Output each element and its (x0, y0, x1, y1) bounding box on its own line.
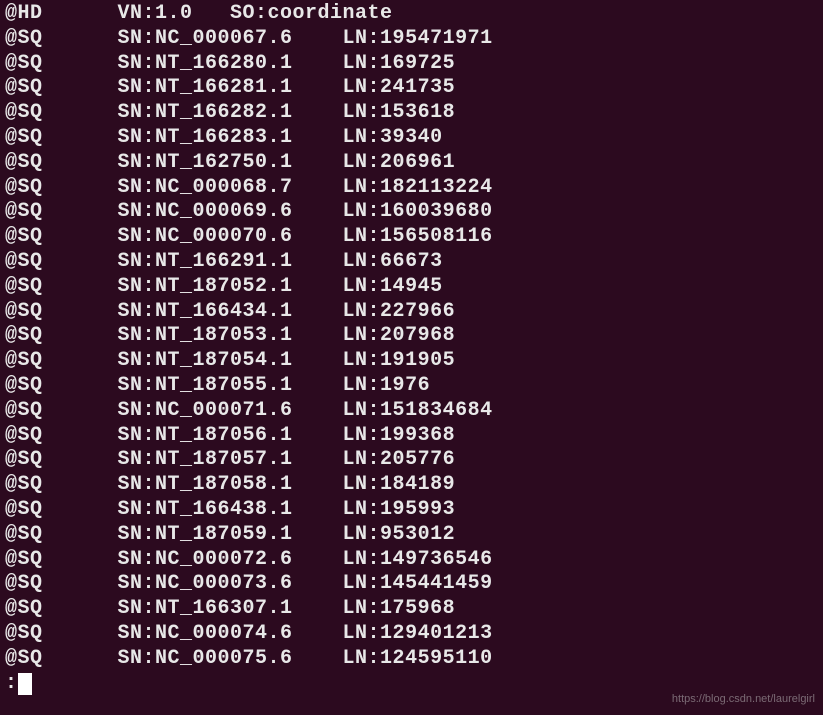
sam-sq-line: @SQ SN:NT_187058.1 LN:184189 (5, 473, 818, 498)
sam-sq-line: @SQ SN:NC_000069.6 LN:160039680 (5, 200, 818, 225)
sam-header-line: @HD VN:1.0 SO:coordinate (5, 2, 818, 27)
sam-sq-line: @SQ SN:NT_166283.1 LN:39340 (5, 126, 818, 151)
cursor (18, 673, 32, 695)
sam-sq-line: @SQ SN:NT_187054.1 LN:191905 (5, 349, 818, 374)
sam-sq-line: @SQ SN:NC_000073.6 LN:145441459 (5, 572, 818, 597)
sam-sq-line: @SQ SN:NC_000067.6 LN:195471971 (5, 27, 818, 52)
sam-sq-line: @SQ SN:NC_000074.6 LN:129401213 (5, 622, 818, 647)
sam-sq-line: @SQ SN:NC_000071.6 LN:151834684 (5, 399, 818, 424)
sam-sq-line: @SQ SN:NT_187056.1 LN:199368 (5, 424, 818, 449)
sam-sq-line: @SQ SN:NT_166307.1 LN:175968 (5, 597, 818, 622)
terminal-output: @HD VN:1.0 SO:coordinate@SQ SN:NC_000067… (5, 2, 818, 672)
sam-sq-line: @SQ SN:NT_166282.1 LN:153618 (5, 101, 818, 126)
sam-sq-line: @SQ SN:NT_187052.1 LN:14945 (5, 275, 818, 300)
sam-sq-line: @SQ SN:NT_187057.1 LN:205776 (5, 448, 818, 473)
sam-sq-line: @SQ SN:NC_000072.6 LN:149736546 (5, 548, 818, 573)
sam-sq-line: @SQ SN:NT_187053.1 LN:207968 (5, 324, 818, 349)
sam-sq-line: @SQ SN:NT_166291.1 LN:66673 (5, 250, 818, 275)
sam-sq-line: @SQ SN:NT_166434.1 LN:227966 (5, 300, 818, 325)
sam-sq-line: @SQ SN:NT_187059.1 LN:953012 (5, 523, 818, 548)
sam-sq-line: @SQ SN:NT_187055.1 LN:1976 (5, 374, 818, 399)
sam-sq-line: @SQ SN:NT_162750.1 LN:206961 (5, 151, 818, 176)
sam-sq-line: @SQ SN:NC_000070.6 LN:156508116 (5, 225, 818, 250)
sam-sq-line: @SQ SN:NT_166438.1 LN:195993 (5, 498, 818, 523)
watermark: https://blog.csdn.net/laurelgirl (672, 693, 815, 707)
prompt-char: : (5, 672, 18, 695)
sam-sq-line: @SQ SN:NT_166281.1 LN:241735 (5, 76, 818, 101)
sam-sq-line: @SQ SN:NC_000075.6 LN:124595110 (5, 647, 818, 672)
sam-sq-line: @SQ SN:NT_166280.1 LN:169725 (5, 52, 818, 77)
sam-sq-line: @SQ SN:NC_000068.7 LN:182113224 (5, 176, 818, 201)
